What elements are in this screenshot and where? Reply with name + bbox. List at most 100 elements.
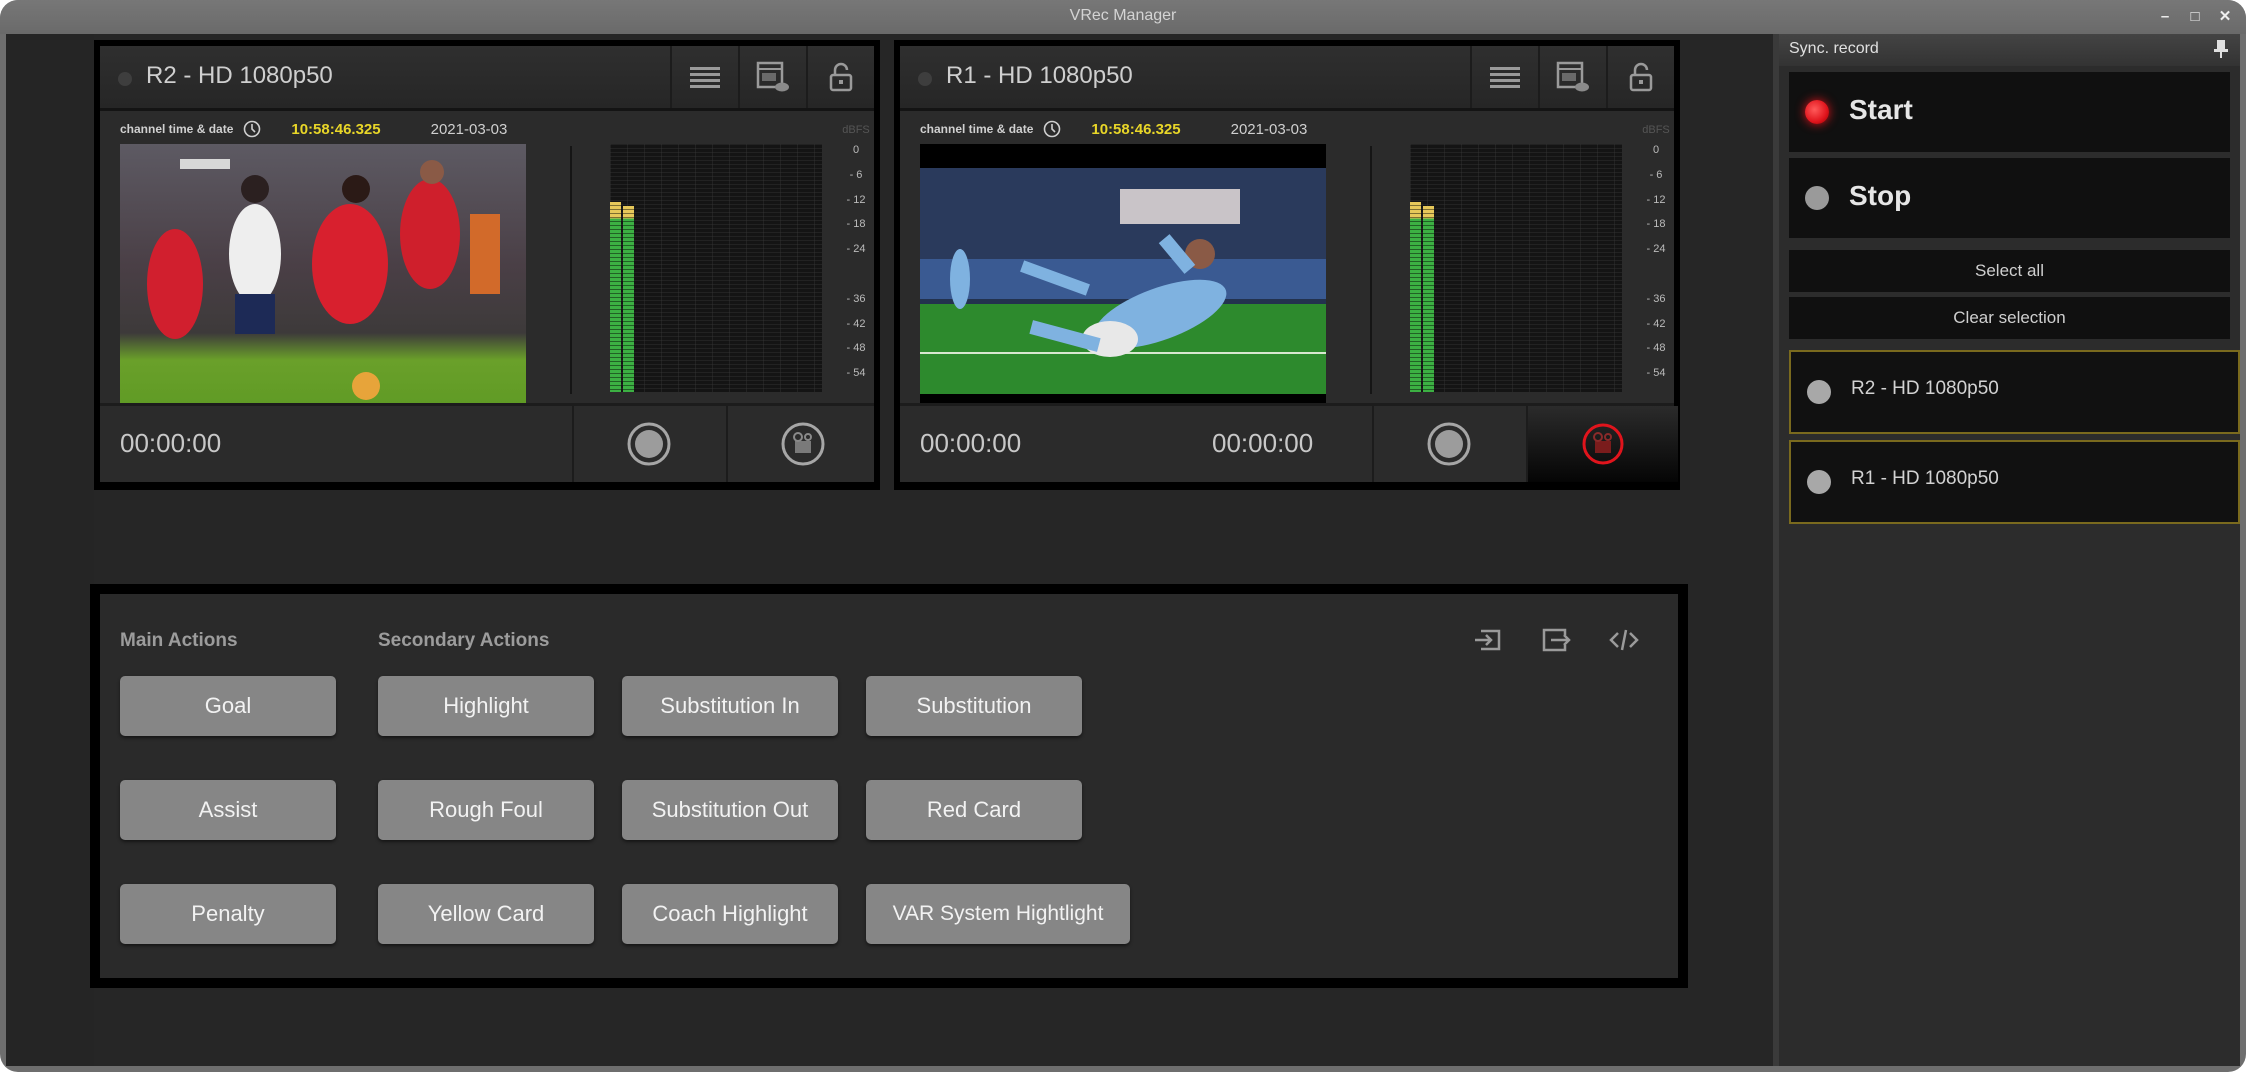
- meter-scale: dBFS 0 - 6 - 12 - 18 - 24 - 36 - 42 - 48 - 54: [1636, 124, 1676, 414]
- timecode-left: 00:00:00: [120, 428, 222, 458]
- unlock-icon: [829, 62, 853, 92]
- meter-tick-label: - 18: [1646, 218, 1666, 231]
- preview-settings-icon: [756, 61, 789, 92]
- sync-record-header: Sync. record: [1779, 34, 2240, 66]
- preview-settings-button[interactable]: [738, 46, 806, 108]
- sync-stop-button[interactable]: Stop: [1789, 158, 2230, 238]
- stop-led-icon: [1805, 186, 1829, 210]
- secondary-action-button[interactable]: VAR System Hightlight: [866, 884, 1130, 944]
- sync-start-button[interactable]: Start: [1789, 72, 2230, 152]
- secondary-action-button[interactable]: Substitution: [866, 676, 1082, 736]
- main-action-button[interactable]: Goal: [120, 676, 336, 736]
- channel-date: 2021-03-03: [1230, 120, 1308, 138]
- channel-footer: 00:00:00: [100, 403, 874, 482]
- sync-channel-label: R1 - HD 1080p50: [1851, 468, 1999, 489]
- record-button[interactable]: [1372, 406, 1524, 482]
- minimize-button[interactable]: –: [2156, 8, 2174, 26]
- meter-tick-label: - 54: [846, 367, 866, 380]
- channel-header: R2 - HD 1080p50: [100, 46, 874, 111]
- code-button[interactable]: [1606, 622, 1642, 658]
- timecode-right: 00:00:00: [1212, 428, 1314, 458]
- meter-tick-label: - 48: [1646, 342, 1666, 355]
- preview-settings-icon: [1556, 61, 1589, 92]
- actions-panel: Main Actions Secondary Actions Goal Assis…: [90, 584, 1688, 988]
- pin-button[interactable]: [2214, 39, 2228, 64]
- select-all-button[interactable]: Select all: [1789, 250, 2230, 292]
- sync-channel-r2[interactable]: R2 - HD 1080p50: [1789, 350, 2240, 434]
- secondary-action-button[interactable]: Yellow Card: [378, 884, 594, 944]
- channel-header: R1 - HD 1080p50: [900, 46, 1674, 111]
- channel-date: 2021-03-03: [430, 120, 508, 138]
- list-button[interactable]: [670, 46, 738, 108]
- close-button[interactable]: ✕: [2216, 8, 2234, 26]
- meter-bar-left: [1410, 201, 1421, 392]
- main-actions-heading: Main Actions: [120, 630, 238, 651]
- clock-icon: [1044, 120, 1061, 138]
- secondary-action-button[interactable]: Highlight: [378, 676, 594, 736]
- maximize-button[interactable]: □: [2186, 8, 2204, 26]
- channel-info-label: channel time & date: [920, 122, 1034, 136]
- sync-channel-r1[interactable]: R1 - HD 1080p50: [1789, 440, 2240, 524]
- unlock-icon: [1629, 62, 1653, 92]
- sync-record-title: Sync. record: [1789, 40, 1879, 57]
- camera-icon: [781, 422, 825, 466]
- record-icon: [1427, 422, 1471, 466]
- record-button[interactable]: [572, 406, 724, 482]
- secondary-action-button[interactable]: Red Card: [866, 780, 1082, 840]
- secondary-action-button[interactable]: Coach Highlight: [622, 884, 838, 944]
- meter-separator: [570, 146, 572, 394]
- client-area: R2 - HD 1080p50 channel time & date 10:5…: [6, 34, 2240, 1066]
- channel-title: R2 - HD 1080p50: [146, 62, 333, 89]
- export-button[interactable]: [1538, 622, 1574, 658]
- clear-selection-button[interactable]: Clear selection: [1789, 297, 2230, 339]
- meter-tick-label: - 18: [846, 218, 866, 231]
- lock-button[interactable]: [1606, 46, 1674, 108]
- meter-bar-right: [623, 206, 634, 392]
- meter-tick-label: - 12: [846, 193, 866, 206]
- channel-info-row: channel time & date 10:58:46.325 2021-03…: [920, 120, 1307, 138]
- meter-tick-label: - 42: [846, 317, 866, 330]
- video-preview: [120, 144, 526, 414]
- preview-settings-button[interactable]: [1538, 46, 1606, 108]
- channel-time: 10:58:46.325: [1091, 120, 1181, 138]
- channel-select-indicator: [1807, 470, 1831, 494]
- meter-tick-label: - 24: [1646, 243, 1666, 256]
- sync-channel-label: R2 - HD 1080p50: [1851, 378, 1999, 399]
- export-icon: [1542, 628, 1571, 652]
- main-action-button[interactable]: Penalty: [120, 884, 336, 944]
- left-margin: [6, 34, 94, 1066]
- list-icon: [690, 67, 720, 88]
- video-frame-soccer: [920, 168, 1326, 394]
- audio-meter: [610, 144, 822, 392]
- meter-tick-label: - 12: [1646, 193, 1666, 206]
- record-icon: [627, 422, 671, 466]
- channel-info-row: channel time & date 10:58:46.325 2021-03…: [120, 120, 507, 138]
- camera-record-button-active[interactable]: [1526, 406, 1678, 482]
- secondary-actions-heading: Secondary Actions: [378, 630, 550, 651]
- lock-button[interactable]: [806, 46, 874, 108]
- meter-tick-label: - 36: [1646, 292, 1666, 305]
- secondary-action-button[interactable]: Substitution Out: [622, 780, 838, 840]
- main-action-button[interactable]: Assist: [120, 780, 336, 840]
- start-label: Start: [1849, 94, 1913, 125]
- meter-tick-label: - 48: [846, 342, 866, 355]
- secondary-action-button[interactable]: Rough Foul: [378, 780, 594, 840]
- channel-title: R1 - HD 1080p50: [946, 62, 1133, 89]
- list-button[interactable]: [1470, 46, 1538, 108]
- meter-tick-label: - 54: [1646, 367, 1666, 380]
- meter-unit-label: dBFS: [1642, 124, 1670, 136]
- start-led-icon: [1805, 100, 1829, 124]
- secondary-action-button[interactable]: Substitution In: [622, 676, 838, 736]
- timecode-left: 00:00:00: [920, 428, 1022, 458]
- meter-tick-label: - 6: [849, 168, 863, 181]
- channel-panel-r1: R1 - HD 1080p50 channel time & date 10:5…: [894, 40, 1680, 490]
- stop-label: Stop: [1849, 180, 1912, 211]
- channel-status-led: [118, 72, 132, 86]
- meter-unit-label: dBFS: [842, 124, 870, 136]
- meter-tick-label: 0: [1652, 144, 1660, 156]
- import-button[interactable]: [1470, 622, 1506, 658]
- list-icon: [1490, 67, 1520, 88]
- meter-tick-label: - 24: [846, 243, 866, 256]
- meter-tick-label: 0: [852, 144, 860, 156]
- camera-record-button[interactable]: [726, 406, 878, 482]
